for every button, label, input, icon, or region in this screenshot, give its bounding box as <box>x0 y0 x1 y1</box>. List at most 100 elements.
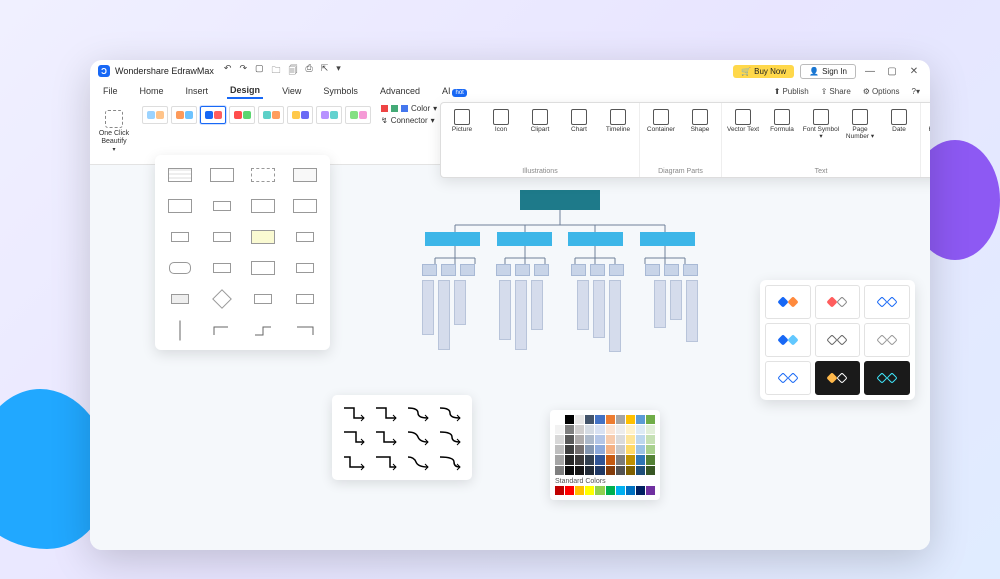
color-swatch[interactable] <box>636 415 645 424</box>
help-icon[interactable]: ?▾ <box>912 87 920 96</box>
color-swatch[interactable] <box>595 455 604 464</box>
color-swatch[interactable] <box>595 435 604 444</box>
color-swatch[interactable] <box>646 455 655 464</box>
style-option[interactable] <box>864 285 910 319</box>
color-swatch[interactable] <box>606 415 615 424</box>
color-swatch[interactable] <box>555 445 564 454</box>
color-swatch[interactable] <box>565 455 574 464</box>
theme-swatch[interactable] <box>316 106 342 124</box>
save-icon[interactable]: 🗐 <box>289 63 298 79</box>
ribbon-item[interactable]: Date <box>880 107 918 142</box>
style-option[interactable] <box>864 361 910 395</box>
color-swatch[interactable] <box>616 466 625 475</box>
color-swatch[interactable] <box>616 455 625 464</box>
color-swatch[interactable] <box>585 425 594 434</box>
color-swatch[interactable] <box>555 435 564 444</box>
color-swatch[interactable] <box>616 435 625 444</box>
ribbon-item[interactable]: Formula <box>763 107 801 142</box>
theme-swatch[interactable] <box>142 106 168 124</box>
color-swatch[interactable] <box>646 486 655 495</box>
color-swatch[interactable] <box>646 466 655 475</box>
color-swatch[interactable] <box>585 445 594 454</box>
ribbon-item[interactable]: Container <box>642 107 680 136</box>
connector-option[interactable] <box>402 425 434 449</box>
color-swatch[interactable] <box>606 425 615 434</box>
theme-swatch[interactable] <box>345 106 371 124</box>
color-swatch[interactable] <box>555 455 564 464</box>
color-swatch[interactable] <box>575 435 584 444</box>
style-option[interactable] <box>765 285 811 319</box>
new-icon[interactable]: ▢ <box>255 63 264 79</box>
color-swatch[interactable] <box>626 445 635 454</box>
connector-option[interactable] <box>434 401 466 425</box>
connector-option[interactable] <box>370 401 402 425</box>
theme-swatch[interactable] <box>287 106 313 124</box>
buy-now-button[interactable]: 🛒 Buy Now <box>733 65 794 78</box>
style-option[interactable] <box>815 285 861 319</box>
color-swatch[interactable] <box>626 466 635 475</box>
color-swatch[interactable] <box>595 486 604 495</box>
tab-design[interactable]: Design <box>227 83 263 99</box>
color-swatch[interactable] <box>595 466 604 475</box>
style-option[interactable] <box>765 361 811 395</box>
ribbon-item[interactable]: Vector Text <box>724 107 762 142</box>
tab-file[interactable]: File <box>100 84 121 98</box>
connector-option[interactable] <box>370 450 402 474</box>
tab-view[interactable]: View <box>279 84 304 98</box>
color-swatch[interactable] <box>616 445 625 454</box>
one-click-beautify-button[interactable]: One Click Beautify ▾ <box>90 100 138 164</box>
ribbon-item[interactable]: Page Number ▾ <box>841 107 879 142</box>
style-option[interactable] <box>765 323 811 357</box>
color-swatch[interactable] <box>636 435 645 444</box>
style-option[interactable] <box>864 323 910 357</box>
color-swatch[interactable] <box>555 415 564 424</box>
ribbon-item[interactable]: Clipart <box>521 107 559 136</box>
color-swatch[interactable] <box>595 445 604 454</box>
color-swatch[interactable] <box>626 425 635 434</box>
connector-dropdown[interactable]: ↯ Connector ▾ <box>381 116 437 125</box>
color-swatch[interactable] <box>585 455 594 464</box>
sign-in-button[interactable]: 👤 Sign In <box>800 64 856 79</box>
color-swatch[interactable] <box>565 435 574 444</box>
ribbon-item[interactable]: Chart <box>560 107 598 136</box>
connector-option[interactable] <box>402 450 434 474</box>
theme-swatch[interactable] <box>200 106 226 124</box>
export-icon[interactable]: ⇱ <box>321 63 329 79</box>
print-icon[interactable]: ⎙ <box>306 63 313 79</box>
color-swatch[interactable] <box>585 415 594 424</box>
minimize-icon[interactable]: — <box>862 66 878 77</box>
color-swatch[interactable] <box>636 466 645 475</box>
color-swatch[interactable] <box>606 445 615 454</box>
color-swatch[interactable] <box>565 466 574 475</box>
color-swatch[interactable] <box>626 415 635 424</box>
ribbon-item[interactable]: Font Symbol ▾ <box>802 107 840 142</box>
color-swatch[interactable] <box>646 435 655 444</box>
color-swatch[interactable] <box>626 455 635 464</box>
connector-option[interactable] <box>370 425 402 449</box>
tab-home[interactable]: Home <box>137 84 167 98</box>
color-swatch[interactable] <box>565 486 574 495</box>
ribbon-item[interactable]: Picture <box>443 107 481 136</box>
style-option[interactable] <box>815 361 861 395</box>
theme-swatch[interactable] <box>229 106 255 124</box>
color-swatch[interactable] <box>636 425 645 434</box>
color-swatch[interactable] <box>575 415 584 424</box>
color-swatch[interactable] <box>585 435 594 444</box>
color-swatch[interactable] <box>636 445 645 454</box>
publish-button[interactable]: ⬆ Publish <box>774 87 809 96</box>
color-swatch[interactable] <box>585 466 594 475</box>
connector-option[interactable] <box>434 450 466 474</box>
color-swatch[interactable] <box>606 466 615 475</box>
orgchart-diagram[interactable] <box>420 190 700 352</box>
ribbon-item[interactable]: Timeline <box>599 107 637 136</box>
color-swatch[interactable] <box>555 425 564 434</box>
color-swatch[interactable] <box>626 486 635 495</box>
color-swatch[interactable] <box>575 425 584 434</box>
tab-insert[interactable]: Insert <box>183 84 212 98</box>
color-swatch[interactable] <box>575 486 584 495</box>
color-swatch[interactable] <box>646 445 655 454</box>
color-dropdown[interactable]: Color ▾ <box>381 104 437 113</box>
color-swatch[interactable] <box>565 425 574 434</box>
color-swatch[interactable] <box>595 425 604 434</box>
theme-swatch[interactable] <box>171 106 197 124</box>
